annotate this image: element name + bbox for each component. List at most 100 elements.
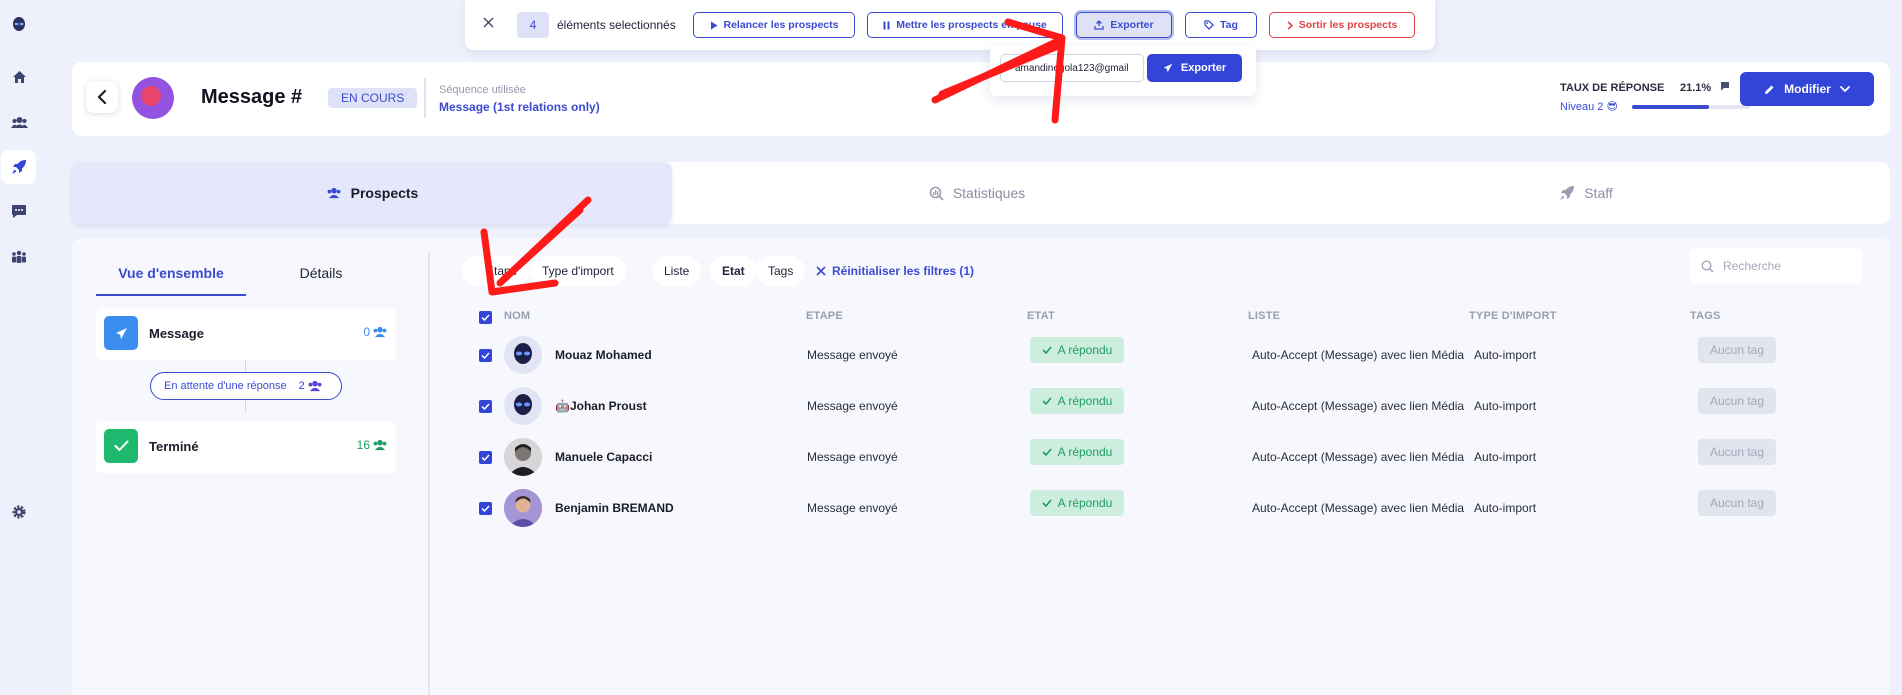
selected-count-badge: 4 [517,12,549,38]
check-icon [1042,448,1052,456]
relaunch-label: Relancer les prospects [723,19,839,31]
export-popover: amandinegola123@gmail Exporter [990,46,1256,96]
pause-label: Mettre les prospects en pause [896,19,1047,31]
alien-avatar-icon [514,343,532,364]
filter-tags[interactable]: Tags [756,256,806,286]
etat-badge: A répondu [1030,337,1124,363]
play-icon [710,21,717,29]
row-checkbox[interactable] [479,502,492,515]
filter-liste[interactable]: Liste [652,256,702,286]
column-header-nom[interactable]: NOM [504,310,530,322]
row-checkbox[interactable] [479,400,492,413]
team-icon[interactable] [10,248,28,266]
prospect-etape: Message envoyé [807,399,898,413]
table-row[interactable]: Manuele Capacci Message envoyé A répondu… [72,432,1890,483]
selected-label: éléments selectionnés [557,18,676,32]
check-icon [481,314,490,321]
tab-staff[interactable]: Staff [1282,162,1890,224]
users-icon[interactable] [10,113,28,131]
modify-button[interactable]: Modifier [1740,72,1874,106]
check-icon [1042,499,1052,507]
close-selection-icon[interactable] [483,17,494,31]
etat-badge: A répondu [1030,490,1124,516]
prospect-liste: Auto-Accept (Message) avec lien Média [1252,348,1465,362]
reset-filters-label: Réinitialiser les filtres (1) [832,264,975,278]
export-confirm-label: Exporter [1180,62,1227,74]
check-icon [1042,397,1052,405]
tab-prospects[interactable]: Prospects [72,162,672,224]
send-icon [1163,63,1173,73]
overview-subtabs: Vue d'ensemble Détails [96,256,396,296]
export-email-field[interactable]: amandinegola123@gmail [1000,54,1144,82]
tag-badge: Aucun tag [1698,337,1776,363]
etat-label: A répondu [1057,343,1113,357]
tag-badge: Aucun tag [1698,439,1776,465]
rocket-icon[interactable] [10,158,28,176]
back-button[interactable] [86,81,118,113]
level-progress-bar [1632,105,1750,109]
subtab-details[interactable]: Détails [246,256,396,296]
select-all-checkbox[interactable] [479,311,492,324]
tag-badge: Aucun tag [1698,490,1776,516]
sequence-link[interactable]: Message (1st relations only) [439,100,600,114]
check-icon [1042,346,1052,354]
alien-logo-icon[interactable] [10,16,28,34]
prospect-liste: Auto-Accept (Message) avec lien Média [1252,501,1465,515]
table-row[interactable]: 🤖Johan Proust Message envoyé A répondu A… [72,381,1890,432]
avatar [504,387,542,425]
response-rate-label: TAUX DE RÉPONSE [1560,82,1665,94]
divider [424,78,426,118]
column-header-tags[interactable]: TAGS [1690,310,1721,322]
row-checkbox[interactable] [479,349,492,362]
bulk-action-bar: 4 éléments selectionnés Relancer les pro… [465,0,1435,50]
alien-avatar-icon [514,394,532,415]
page-title: Message # [201,86,303,108]
etat-label: A répondu [1057,445,1113,459]
column-header-etape[interactable]: ETAPE [806,310,843,322]
comment-icon [1720,80,1730,94]
person-photo-icon [504,489,542,527]
tag-button[interactable]: Tag [1185,12,1257,38]
column-header-liste[interactable]: LISTE [1248,310,1280,322]
prospect-name[interactable]: Benjamin BREMAND [555,501,674,515]
prospect-name[interactable]: Manuele Capacci [555,450,652,464]
settings-gear-icon[interactable] [10,503,28,521]
filter-type-import[interactable]: Type d'import [530,256,626,286]
pause-prospects-button[interactable]: Mettre les prospects en pause [867,12,1063,38]
prospect-import: Auto-import [1474,501,1537,515]
tab-statistiques[interactable]: Statistiques [672,162,1282,224]
chat-icon[interactable] [10,202,28,220]
chevron-down-icon [1839,85,1850,92]
etat-label: A répondu [1057,394,1113,408]
export-confirm-button[interactable]: Exporter [1147,54,1242,82]
remove-prospects-button[interactable]: Sortir les prospects [1269,12,1415,38]
sidebar [0,0,38,695]
users-icon [327,187,341,199]
export-label: Exporter [1110,19,1154,31]
row-checkbox[interactable] [479,451,492,464]
column-header-type-import[interactable]: TYPE D'IMPORT [1469,310,1557,322]
avatar [504,438,542,476]
column-header-etat[interactable]: ETAT [1027,310,1055,322]
chevron-left-icon [97,90,107,104]
stats-search-icon [929,186,944,201]
prospect-name[interactable]: 🤖Johan Proust [555,399,647,413]
filter-etape[interactable]: Etape [462,256,530,286]
prospect-name[interactable]: Mouaz Mohamed [555,348,652,362]
check-icon [481,403,490,410]
subtab-overview[interactable]: Vue d'ensemble [96,256,246,296]
tag-icon [1204,20,1214,30]
search-box[interactable] [1689,248,1863,284]
search-input[interactable] [1723,259,1853,273]
relaunch-prospects-button[interactable]: Relancer les prospects [693,12,855,38]
tag-label: Tag [1220,19,1238,31]
filter-etat[interactable]: Etat [710,256,757,286]
reset-filters-button[interactable]: Réinitialiser les filtres (1) [816,256,974,286]
export-button[interactable]: Exporter [1076,12,1172,38]
table-row[interactable]: Benjamin BREMAND Message envoyé A répond… [72,483,1890,534]
prospects-panel: Vue d'ensemble Détails Message 0 En atte… [72,238,1890,695]
prospect-etape: Message envoyé [807,501,898,515]
status-badge: EN COURS [328,88,418,108]
home-icon[interactable] [10,68,28,86]
table-row[interactable]: Mouaz Mohamed Message envoyé A répondu A… [72,330,1890,381]
